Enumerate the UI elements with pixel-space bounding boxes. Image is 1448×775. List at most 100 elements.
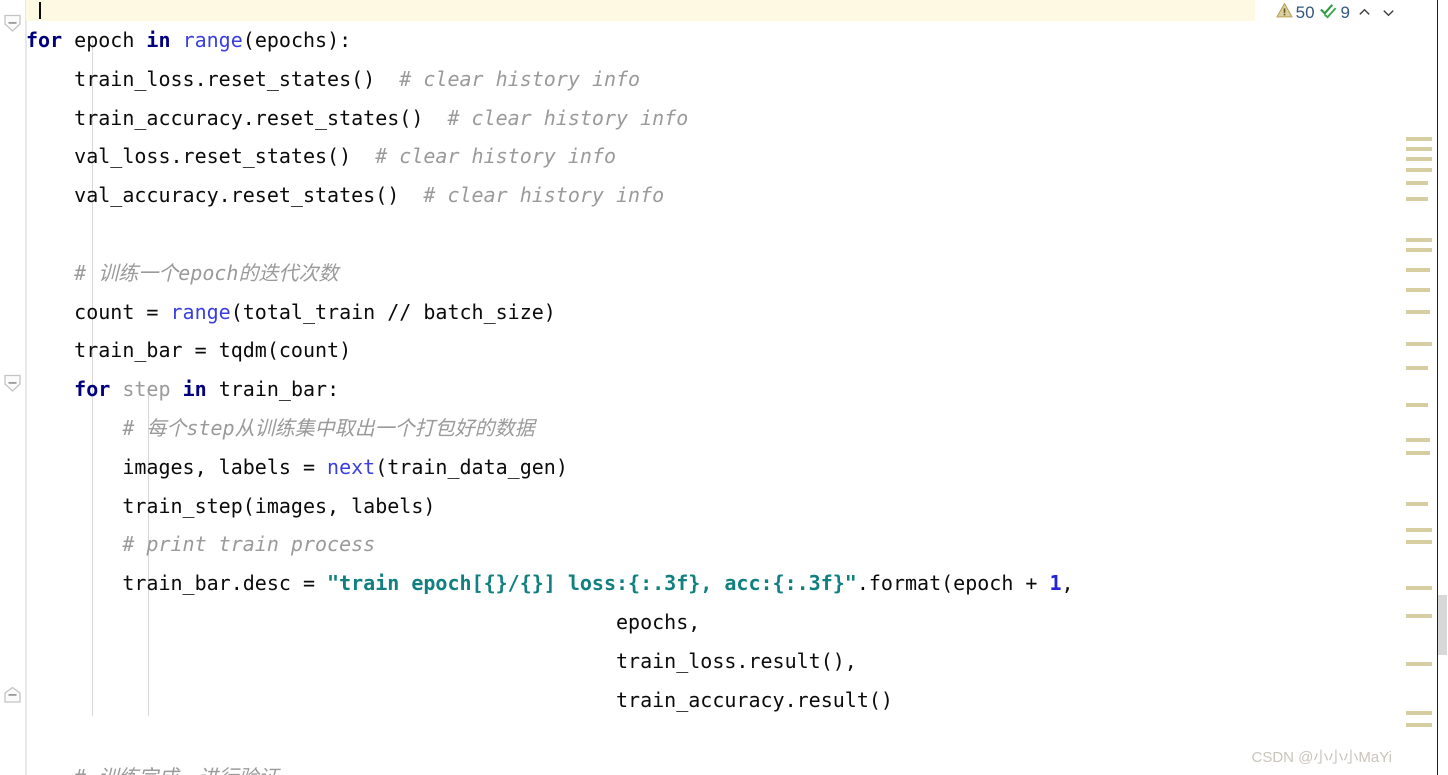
code-line[interactable]: train_loss.result(),	[26, 642, 1404, 681]
code-line[interactable]: train_bar = tqdm(count)	[26, 331, 1404, 370]
code-token-pl: train_bar.desc =	[26, 571, 328, 596]
code-line[interactable]: for epoch in range(epochs):	[26, 21, 1404, 60]
code-token-cm: # 训练一个epoch的迭代次数	[74, 260, 339, 285]
code-token-pl: train_bar = tqdm(count)	[26, 338, 352, 363]
code-line[interactable]: # 训练一个epoch的迭代次数	[26, 254, 1404, 293]
code-token-fn: next	[327, 454, 376, 479]
code-token-pl: epochs,	[26, 609, 701, 634]
chevron-down-icon[interactable]	[1378, 3, 1398, 23]
code-token-pl: count =	[26, 299, 171, 324]
ok-indicator[interactable]: 9	[1319, 2, 1350, 24]
stripe-mark[interactable]	[1406, 586, 1432, 590]
stripe-mark[interactable]	[1406, 342, 1432, 346]
stripe-mark[interactable]	[1406, 168, 1432, 172]
code-token-cm: # clear history info	[447, 105, 689, 130]
stripe-mark[interactable]	[1406, 248, 1432, 252]
stripe-mark[interactable]	[1406, 197, 1428, 201]
stripe-mark[interactable]	[1406, 662, 1432, 666]
stripe-mark[interactable]	[1406, 157, 1432, 161]
code-token-kw: in	[146, 28, 171, 52]
stripe-mark[interactable]	[1406, 268, 1430, 272]
stripe-mark[interactable]	[1406, 502, 1428, 506]
code-line[interactable]: for step in train_bar:	[26, 370, 1404, 409]
editor-text-area[interactable]: for epoch in range(epochs): train_loss.r…	[26, 0, 1404, 775]
stripe-mark[interactable]	[1406, 310, 1430, 314]
code-line[interactable]	[26, 719, 1404, 758]
error-stripe[interactable]	[1404, 25, 1438, 775]
stripe-mark[interactable]	[1406, 614, 1432, 618]
code-line[interactable]: val_accuracy.reset_states() # clear hist…	[26, 176, 1404, 215]
fold-marker-for-epoch[interactable]	[3, 14, 22, 33]
code-line[interactable]: # print train process	[26, 525, 1404, 564]
code-token-pl: train_bar:	[206, 377, 340, 402]
stripe-mark[interactable]	[1406, 451, 1430, 455]
stripe-mark[interactable]	[1406, 438, 1430, 442]
code-token-cm: # clear history info	[375, 144, 617, 169]
stripe-mark[interactable]	[1406, 238, 1432, 242]
code-token-gray: step	[122, 377, 171, 402]
stripe-mark[interactable]	[1406, 528, 1432, 532]
code-token-str: "train epoch[{}/{}] loss:{:.3f}, acc:{:.…	[327, 571, 857, 596]
code-token-cm: # clear history info	[423, 183, 665, 208]
code-editor-window: for epoch in range(epochs): train_loss.r…	[0, 0, 1448, 775]
double-check-icon	[1319, 2, 1338, 24]
code-token-kw: for	[74, 377, 111, 402]
stripe-mark[interactable]	[1406, 181, 1428, 185]
stripe-mark[interactable]	[1406, 366, 1428, 370]
code-token-pl: train_step(images, labels)	[26, 493, 436, 518]
fold-marker-block-end[interactable]	[3, 686, 22, 705]
chevron-up-icon[interactable]	[1354, 3, 1374, 23]
stripe-mark[interactable]	[1406, 723, 1432, 727]
code-token-cm: # 每个step从训练集中取出一个打包好的数据	[122, 415, 535, 440]
editor-gutter	[0, 0, 27, 775]
code-token-pl: ,	[1061, 571, 1074, 596]
code-token-pl: train_loss.reset_states()	[26, 66, 400, 91]
code-line[interactable]: train_bar.desc = "train epoch[{}/{}] los…	[26, 564, 1404, 603]
stripe-mark[interactable]	[1406, 711, 1432, 715]
code-line[interactable]: images, labels = next(train_data_gen)	[26, 448, 1404, 487]
code-token-pl: val_loss.reset_states()	[26, 144, 376, 169]
stripe-mark[interactable]	[1406, 540, 1432, 544]
code-line[interactable]: # 训练完成，进行验证	[26, 758, 1404, 775]
code-token-cm: # print train process	[122, 532, 376, 557]
code-line[interactable]: # 每个step从训练集中取出一个打包好的数据	[26, 409, 1404, 448]
code-line[interactable]: train_step(images, labels)	[26, 487, 1404, 526]
code-token-pl: (train_data_gen)	[375, 454, 568, 479]
code-token-fn: range	[170, 299, 231, 324]
stripe-mark[interactable]	[1406, 137, 1432, 141]
code-line[interactable]	[26, 215, 1404, 254]
fold-marker-for-step[interactable]	[3, 374, 22, 393]
code-line[interactable]: epochs,	[26, 603, 1404, 642]
code-line[interactable]: train_loss.reset_states() # clear histor…	[26, 60, 1404, 99]
code-line[interactable]	[26, 0, 1404, 21]
code-token-kw: for	[26, 28, 63, 52]
warning-indicator[interactable]: 50	[1275, 2, 1315, 24]
code-token-pl: val_accuracy.reset_states()	[26, 183, 424, 208]
stripe-mark[interactable]	[1406, 403, 1428, 407]
stripe-mark[interactable]	[1406, 147, 1432, 151]
code-token-pl: train_accuracy.reset_states()	[26, 105, 448, 130]
watermark: CSDN @小小小MaYi	[1251, 749, 1392, 766]
stripe-mark[interactable]	[1406, 288, 1430, 292]
vertical-scrollbar[interactable]	[1437, 0, 1448, 775]
code-line[interactable]: count = range(total_train // batch_size)	[26, 293, 1404, 332]
code-line[interactable]: val_loss.reset_states() # clear history …	[26, 137, 1404, 176]
code-token-pl: (epochs):	[242, 28, 352, 52]
ok-count: 9	[1340, 2, 1350, 22]
code-token-num: 1	[1049, 571, 1062, 596]
code-token-pl: (total_train // batch_size)	[230, 299, 556, 324]
inspection-widget[interactable]: 50 9	[1265, 0, 1404, 25]
scrollbar-thumb[interactable]	[1438, 595, 1447, 655]
code-line[interactable]: train_accuracy.reset_states() # clear hi…	[26, 99, 1404, 138]
code-line[interactable]: train_accuracy.result()	[26, 681, 1404, 720]
code-token-fn: range	[182, 28, 243, 52]
code-token-pl: epoch	[62, 28, 147, 52]
